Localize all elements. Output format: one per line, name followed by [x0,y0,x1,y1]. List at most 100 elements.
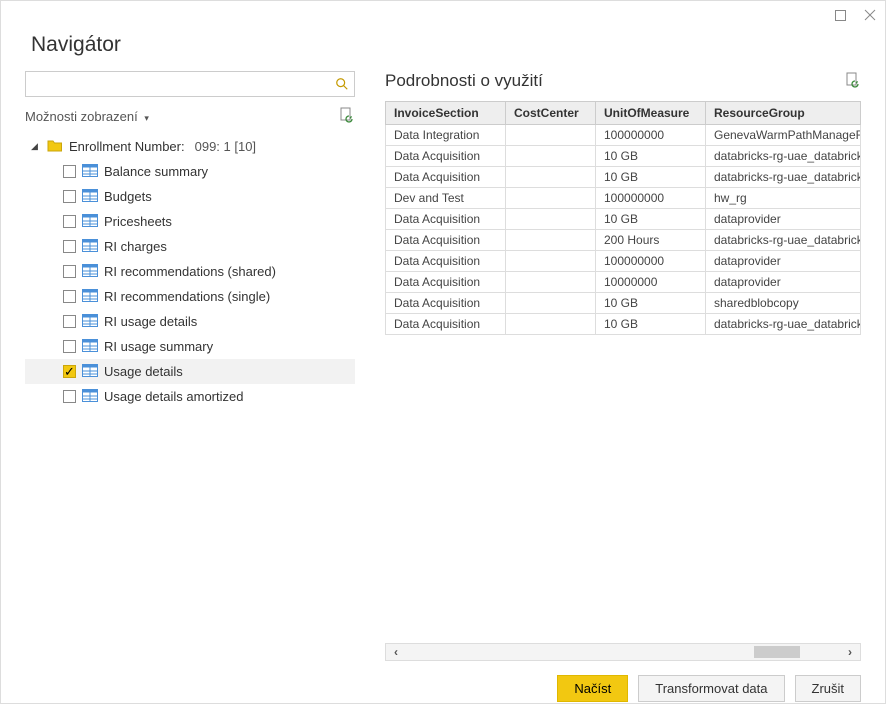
tree-item[interactable]: Usage details amortized [25,384,355,409]
checkbox[interactable] [63,190,76,203]
table-cell [506,230,596,251]
collapse-icon[interactable]: ◢ [31,141,41,152]
horizontal-scrollbar[interactable]: ‹ › [385,643,861,661]
table-cell: hw_rg [706,188,861,209]
table-cell: Data Acquisition [386,314,506,335]
table-row[interactable]: Data Acquisition 10000000dataprovider [386,272,861,293]
table-icon [82,189,98,205]
cancel-button[interactable]: Zrušit [795,675,862,702]
tree-item-label: Usage details [104,364,183,379]
tree-item-label: RI usage details [104,314,197,329]
tree-item[interactable]: Budgets [25,184,355,209]
table-row[interactable]: Data Acquisition100000000dataprovider [386,251,861,272]
table-cell: Data Acquisition [386,146,506,167]
table-row[interactable]: Data Acquisition 10 GBdataprovider [386,209,861,230]
table-row[interactable]: Data Acquisition200 Hoursdatabricks-rg-u… [386,230,861,251]
table-row[interactable]: Dev and Test 100000000hw_rg [386,188,861,209]
table-row[interactable]: Data Acquisition10 GBdatabricks-rg-uae_d… [386,167,861,188]
table-cell: databricks-rg-uae_databricks- [706,314,861,335]
load-button[interactable]: Načíst [557,675,628,702]
table-cell: dataprovider [706,272,861,293]
table-icon [82,264,98,280]
table-icon [82,339,98,355]
checkbox[interactable] [63,390,76,403]
tree-item-label: Pricesheets [104,214,172,229]
checkbox[interactable]: ✓ [63,365,76,378]
tree-item[interactable]: RI usage summary [25,334,355,359]
table-row[interactable]: Data Acquisition10 GBsharedblobcopy [386,293,861,314]
column-header[interactable]: InvoiceSection [386,102,506,125]
tree-item[interactable]: RI usage details [25,309,355,334]
preview-table: InvoiceSectionCostCenterUnitOfMeasureRes… [385,101,861,335]
table-icon [82,289,98,305]
checkbox[interactable] [63,240,76,253]
tree-item-label: RI charges [104,239,167,254]
column-header[interactable]: CostCenter [506,102,596,125]
checkbox[interactable] [63,315,76,328]
table-row[interactable]: Data Acquisition 10 GBdatabricks-rg-uae_d… [386,314,861,335]
table-cell [506,251,596,272]
scroll-right-icon[interactable]: › [840,644,860,660]
close-icon[interactable] [863,8,877,22]
table-cell: 100000000 [596,188,706,209]
table-row[interactable]: Data Integration 100000000GenevaWarmPathM… [386,125,861,146]
tree-item-label: Usage details amortized [104,389,243,404]
table-cell [506,188,596,209]
scroll-track[interactable] [406,644,840,660]
search-input-wrap[interactable] [25,71,355,97]
table-cell: Data Acquisition [386,272,506,293]
table-cell: 10 GB [596,314,706,335]
column-header[interactable]: ResourceGroup [706,102,861,125]
preview-title: Podrobnosti o využití [385,71,543,91]
table-cell: sharedblobcopy [706,293,861,314]
tree-item[interactable]: Balance summary [25,159,355,184]
table-cell: 10000000 [596,272,706,293]
checkbox[interactable] [63,165,76,178]
table-cell [506,209,596,230]
checkbox[interactable] [63,265,76,278]
tree-item-label: RI recommendations (shared) [104,264,276,279]
table-cell [506,146,596,167]
display-options-dropdown[interactable]: Možnosti zobrazení ▾ [25,109,149,124]
tree-item[interactable]: ✓ Usage details [25,359,355,384]
navigator-tree: ◢ Enrollment Number: 099: 1 [10] Balance… [25,134,355,409]
table-cell: 200 Hours [596,230,706,251]
checkbox[interactable] [63,340,76,353]
table-cell [506,314,596,335]
table-cell [506,272,596,293]
table-cell: 100000000 [596,125,706,146]
column-header[interactable]: UnitOfMeasure [596,102,706,125]
tree-item[interactable]: Pricesheets [25,209,355,234]
tree-root[interactable]: ◢ Enrollment Number: 099: 1 [10] [25,134,355,159]
display-options-label: Možnosti zobrazení [25,109,138,124]
table-row[interactable]: Data Acquisition10 GBdatabricks-rg-uae_d… [386,146,861,167]
checkbox[interactable] [63,290,76,303]
table-cell: 10 GB [596,293,706,314]
transform-data-button[interactable]: Transformovat data [638,675,784,702]
preview-refresh-icon[interactable] [845,72,861,91]
refresh-icon[interactable] [339,107,355,126]
tree-item-label: RI usage summary [104,339,213,354]
table-cell: Data Integration [386,125,506,146]
tree-item-label: Balance summary [104,164,208,179]
checkbox[interactable] [63,215,76,228]
tree-root-value: 099: 1 [10] [195,139,256,154]
tree-item[interactable]: RI recommendations (single) [25,284,355,309]
search-icon[interactable] [330,77,354,91]
table-cell: Data Acquisition [386,251,506,272]
folder-icon [47,138,63,155]
tree-item-label: RI recommendations (single) [104,289,270,304]
search-input[interactable] [26,72,330,96]
tree-item[interactable]: RI recommendations (shared) [25,259,355,284]
table-cell: dataprovider [706,209,861,230]
table-cell: Dev and Test [386,188,506,209]
table-cell: Data Acquisition [386,209,506,230]
table-cell: GenevaWarmPathManageRG [706,125,861,146]
tree-item[interactable]: RI charges [25,234,355,259]
table-icon [82,214,98,230]
maximize-icon[interactable] [833,8,847,22]
scroll-left-icon[interactable]: ‹ [386,644,406,660]
table-cell: databricks-rg-uae_databricks- [706,167,861,188]
table-cell: 10 GB [596,209,706,230]
scroll-thumb[interactable] [754,646,800,658]
